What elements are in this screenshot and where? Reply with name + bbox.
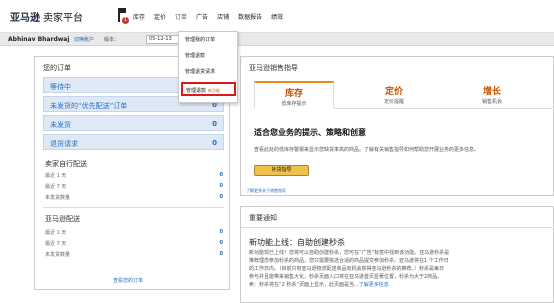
amazon-fulfilled-row[interactable]: 未发货数量 0 [45,251,223,258]
row-label: 最近 1 天 [45,230,67,236]
selling-coach-panel: 亚马逊销售指导 库存 低库存提示 定价 定价提醒 增长 销售机会 适合您业务的提… [240,56,554,196]
order-row-label: 未发货 [50,121,71,129]
order-row-label: 未发货的“优先配送”订单 [50,102,128,110]
order-row-return-requests[interactable]: 退货请求 0 [43,134,224,150]
seller-central-logo[interactable]: 亚马逊 卖家平台 [10,9,83,24]
main-menu: 库存 定价 订单 广告 店铺 数据报告 绩效 [133,12,283,21]
row-label: 未发货数量 [45,195,71,201]
orders-dropdown-menu: 管理我的订单 管理退款 管理退货请求 管理退款 新功能 [178,31,238,103]
switch-account-link[interactable]: 切换账户 [74,36,94,43]
notification-count-badge: 1 [122,17,129,24]
notice-text-line: 参与并且能带来销售大化，秒杀页面入口将在亚马逊首页显著位置，秒杀为大于2商品。 [249,274,443,280]
row-count: 0 [219,251,223,257]
tab-growth[interactable]: 增长 销售机会 [452,81,532,109]
tab-title: 定价 [384,87,403,97]
row-label: 未发货数量 [45,252,71,258]
amazon-fulfilled-row[interactable]: 最近 7 天 0 [45,240,223,247]
menu-manage-returns[interactable]: 管理退货请求 [185,68,215,75]
new-feature-badge: 新功能 [208,88,221,93]
row-count: 0 [219,240,223,246]
notices-title: 重要通知 [249,214,277,222]
version-label: 版本： [104,37,120,43]
user-bar: Abhinav Bhardwaj 切换账户 版本： 05-12-13 [0,33,554,46]
selling-coach-title: 亚马逊销售指导 [249,64,298,72]
order-row-count: 0 [212,120,217,128]
top-navigation: 亚马逊 卖家平台 1 库存 定价 订单 广告 店铺 数据报告 绩效 [0,0,554,33]
menu-item-label: 管理退款 [186,88,207,94]
user-name: Abhinav Bhardwaj [8,36,70,43]
nav-pricing[interactable]: 定价 [154,12,166,21]
view-your-orders-link[interactable]: 查看您的订单 [113,277,143,284]
row-label: 最近 1 天 [45,173,67,179]
important-notices-panel: 重要通知 新功能上线：自助创建秒杀 新功能现已上线！您将可以自助创建秒杀，您可在… [240,206,554,303]
learn-more-selling-coach-link[interactable]: 了解更多关于销售指导 [246,188,286,194]
seller-fulfilled-title: 卖家自行配送 [45,160,87,168]
nav-performance[interactable]: 绩效 [271,12,283,21]
nav-storefront[interactable]: 店铺 [217,12,229,21]
orders-panel-title: 您的订单 [43,64,71,72]
menu-manage-refunds[interactable]: 管理退款 [185,52,205,59]
tab-title: 增长 [482,87,501,97]
menu-manage-orders[interactable]: 管理我的订单 [185,36,215,43]
nav-reports[interactable]: 数据报告 [238,12,262,21]
row-label: 最近 7 天 [45,241,67,247]
notices-divider [241,227,554,228]
row-count: 0 [219,183,223,189]
menu-manage-refunds-new-highlighted[interactable]: 管理退款 新功能 [181,82,236,96]
selling-coach-description: 查看此处的低库存警报来显示您缺货率高的商品。了解有关销售指导如何帮助您开展业务的… [254,147,480,153]
seller-fulfilled-row[interactable]: 最近 7 天 0 [45,183,223,190]
learn-more-link[interactable]: 了解更多信息 [359,282,389,288]
notice-text-line: 新功能现已上线！您将可以自助创建秒杀，您可在“广告”标签中找到该功能。亚马逊秒杀… [249,250,450,256]
tab-pricing[interactable]: 定价 定价提醒 [354,81,434,109]
section-divider [43,207,224,208]
tab-subtitle: 销售机会 [481,99,502,105]
logo-subtitle: 卖家平台 [43,13,83,24]
logo-brand: 亚马逊 [10,13,40,24]
tab-subtitle: 定价提醒 [383,99,404,105]
row-count: 0 [219,194,223,200]
notice-text-line: 的工作日内。（目前只有亚马逊物流配送商品有机会获得亚马逊秒杀的推荐。）秒杀是每日 [249,266,445,272]
tab-inventory[interactable]: 库存 低库存提示 [254,81,334,109]
order-row-label: 等待中 [50,83,71,91]
notice-text-line: 卖：秒杀将在“2 秒杀”页面上显示，此页面是当...了解更多信息 [249,281,389,288]
order-row-unshipped[interactable]: 未发货 0 [43,115,224,131]
nav-orders[interactable]: 订单 [175,12,187,21]
row-count: 0 [219,172,223,178]
seller-fulfilled-row[interactable]: 未发货数量 0 [45,194,223,201]
notification-flag-icon[interactable]: 1 [117,7,129,24]
selling-coach-tabs: 库存 低库存提示 定价 定价提醒 增长 销售机会 [254,81,554,109]
nav-inventory[interactable]: 库存 [133,12,145,21]
notice-heading: 新功能上线：自助创建秒杀 [249,238,345,247]
nav-advertising[interactable]: 广告 [196,12,208,21]
seller-fulfilled-row[interactable]: 最近 1 天 0 [45,172,223,179]
order-row-label: 退货请求 [50,140,78,148]
row-count: 0 [219,229,223,235]
notice-text: 卖：秒杀将在“2 秒杀”页面上显示，此页面是当... [249,282,359,288]
order-row-count: 0 [212,139,217,147]
notice-text-line: 推荐理念参加秒杀的商品，您只需要挑选合适的商品提交参加秒杀。亚马逊将在1 个工作… [249,258,449,264]
row-label: 最近 7 天 [45,184,67,190]
selling-coach-heading: 适合您业务的提示、策略和创意 [254,128,366,137]
tab-subtitle: 低库存提示 [281,101,307,107]
amazon-fulfilled-title: 亚马逊配送 [45,215,80,223]
restock-guidance-button[interactable]: 补货指导 [254,165,309,176]
amazon-fulfilled-row[interactable]: 最近 1 天 0 [45,229,223,236]
tab-title: 库存 [284,89,303,99]
